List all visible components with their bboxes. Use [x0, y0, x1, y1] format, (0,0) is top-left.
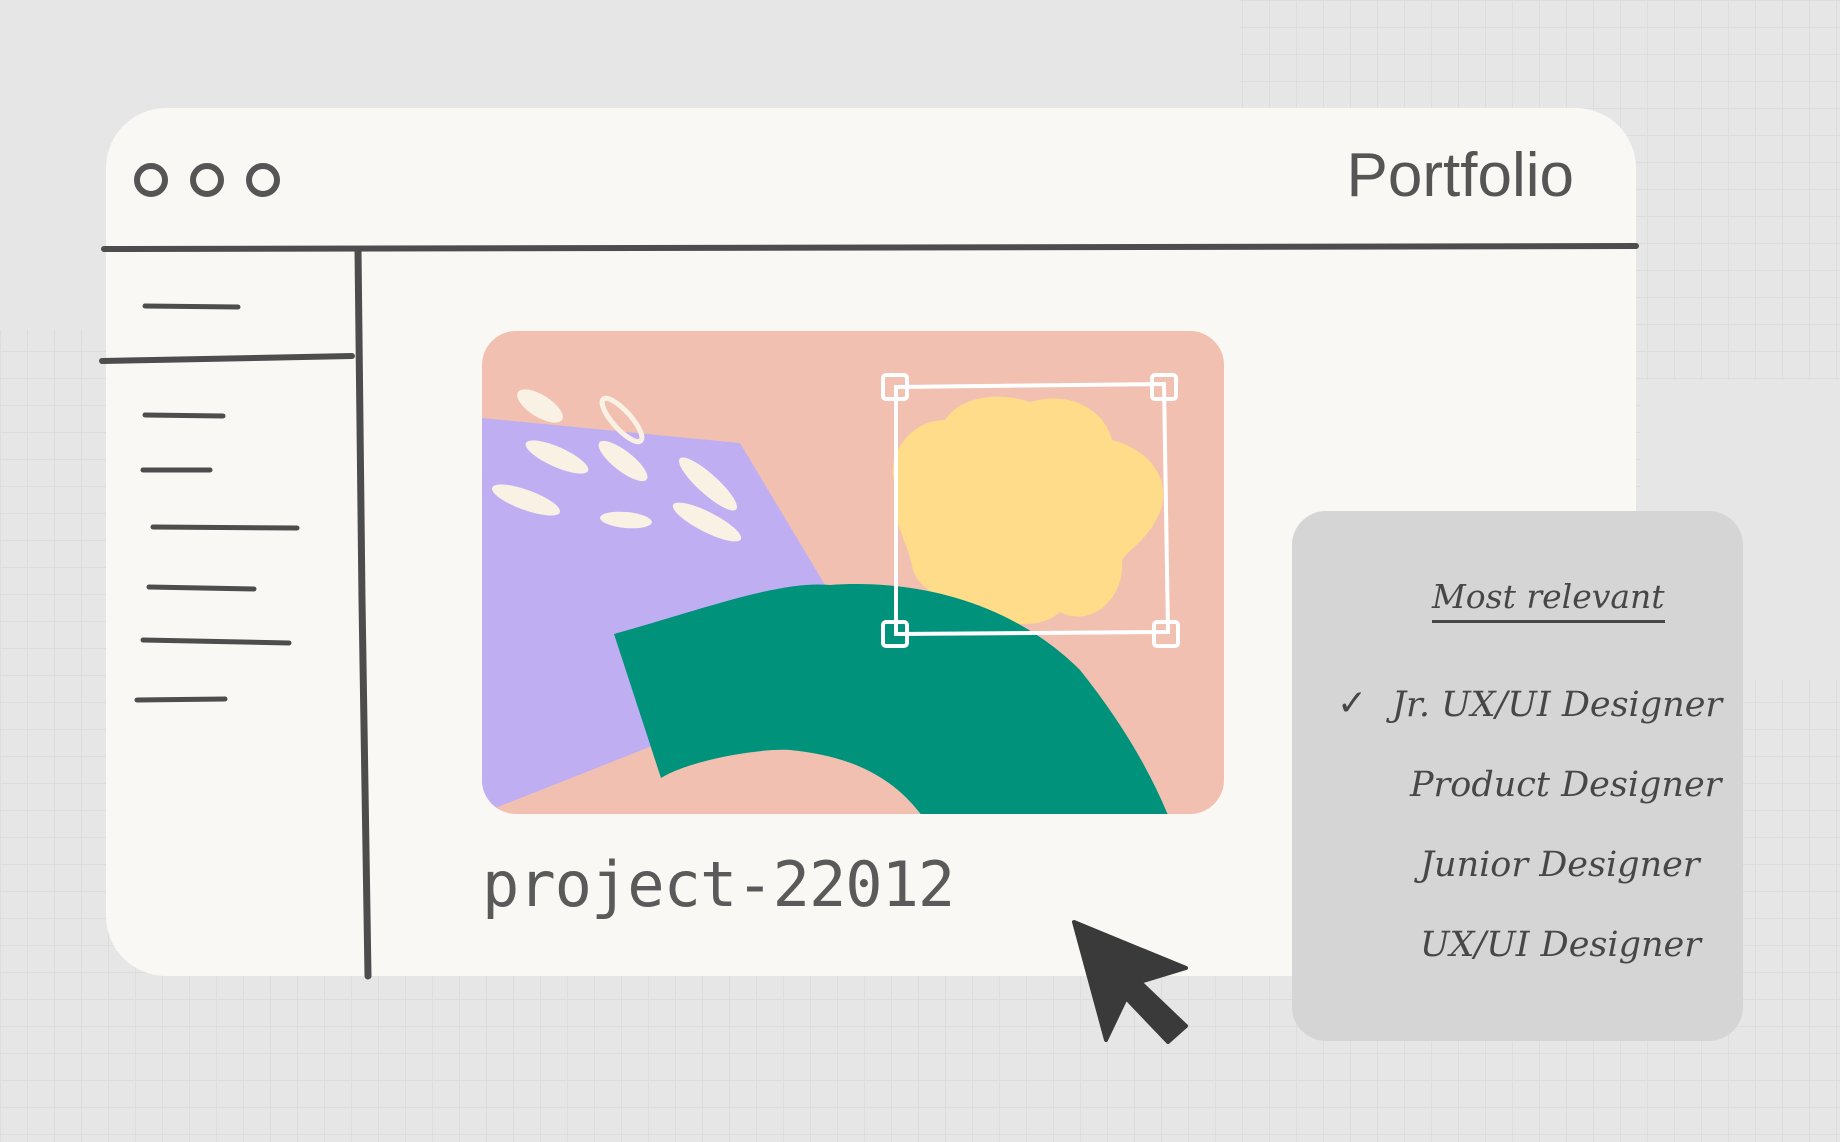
dropdown-item-label: Product Designer [1410, 765, 1722, 805]
project-filename: project-22012 [482, 848, 955, 921]
dropdown-item-label: Junior Designer [1420, 845, 1700, 885]
relevance-dropdown: Most relevant ✓ Jr. UX/UI Designer Produ… [1292, 511, 1743, 1041]
pointer-arrow-icon [1072, 920, 1188, 1044]
dropdown-item-label: Jr. UX/UI Designer [1392, 685, 1723, 725]
dropdown-header: Most relevant [1432, 577, 1665, 623]
dropdown-item-ux-ui-designer[interactable]: UX/UI Designer [1292, 913, 1743, 983]
dropdown-item-junior-designer[interactable]: Junior Designer [1292, 833, 1743, 903]
dropdown-item-product-designer[interactable]: Product Designer [1292, 753, 1743, 823]
dropdown-item-jr-ux-ui-designer[interactable]: ✓ Jr. UX/UI Designer [1292, 673, 1743, 743]
dropdown-item-label: UX/UI Designer [1420, 925, 1701, 965]
checkmark-icon: ✓ [1337, 683, 1368, 724]
